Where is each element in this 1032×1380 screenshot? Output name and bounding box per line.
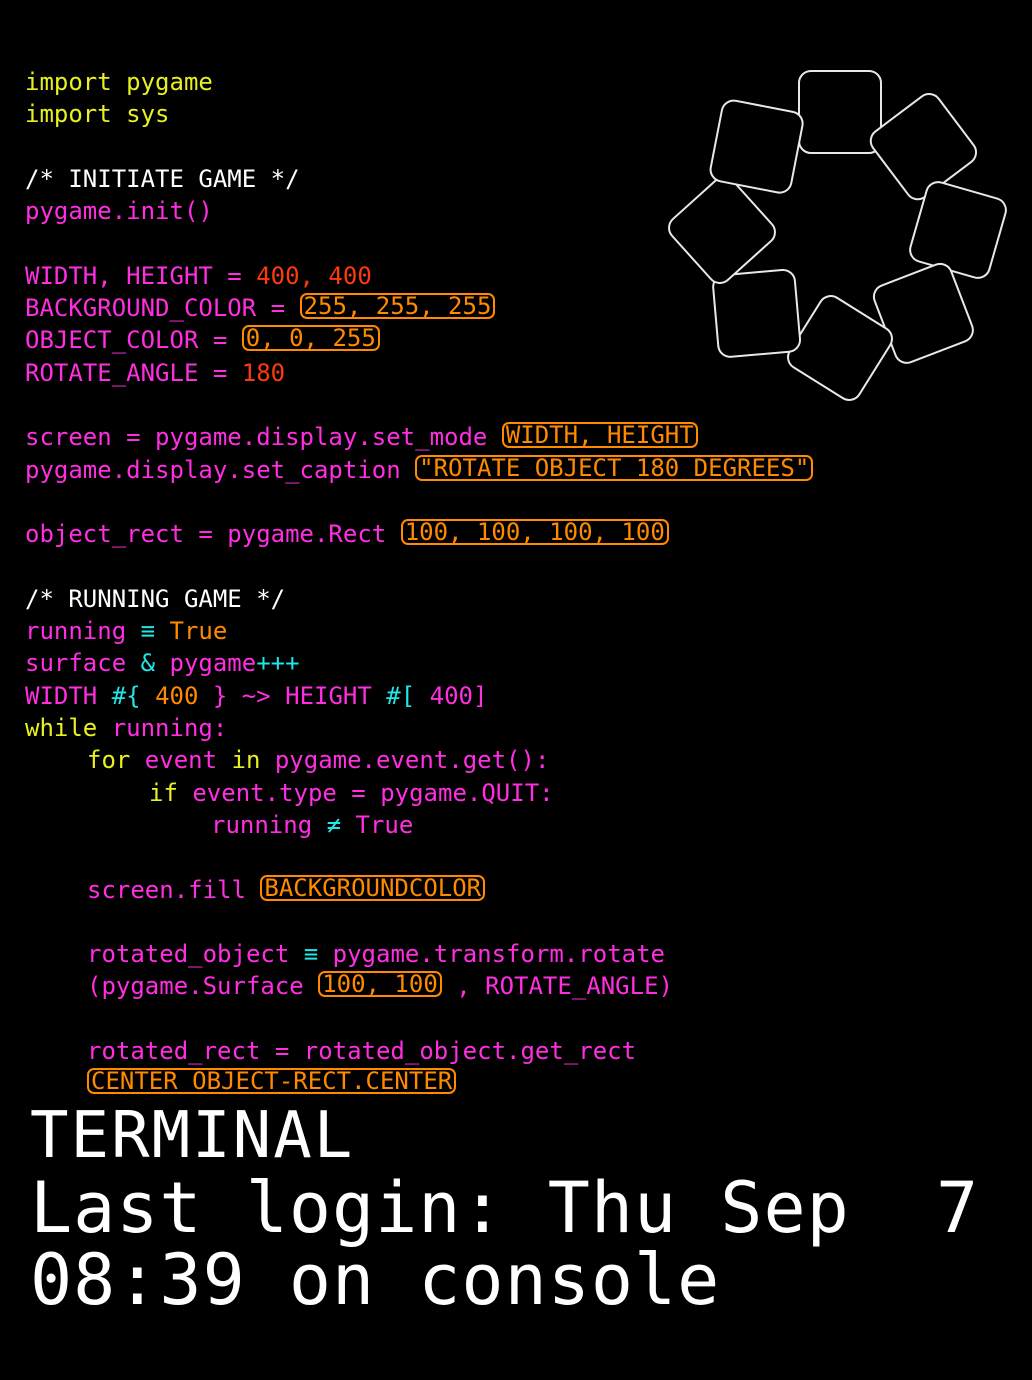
code-line: CENTER OBJECT-RECT.CENTER xyxy=(87,1067,457,1099)
code-token: 400 xyxy=(155,681,213,710)
code-token: 180 xyxy=(241,358,286,387)
code-line: (pygame.Surface 100, 100 , ROTATE_ANGLE) xyxy=(87,970,673,1002)
code-line: rotated_object ≡ pygame.transform.rotate xyxy=(87,938,665,970)
code-token: True xyxy=(169,617,228,646)
code-line: import pygame xyxy=(25,66,213,98)
code-line: OBJECT_COLOR = 0, 0, 255 xyxy=(25,324,380,356)
code-boxed-token: WIDTH, HEIGHT xyxy=(501,422,698,449)
code-token: HEIGHT xyxy=(285,681,387,710)
code-line: pygame.display.set_caption "ROTATE OBJEC… xyxy=(25,454,814,486)
code-line: rotated_rect = rotated_object.get_rect xyxy=(87,1035,636,1067)
code-line: BACKGROUND_COLOR = 255, 255, 255 xyxy=(25,292,496,324)
code-token: +++ xyxy=(256,649,300,678)
code-token: #{ xyxy=(111,681,156,710)
code-boxed-token: BACKGROUNDCOLOR xyxy=(260,874,486,901)
rotating-squares-ornament xyxy=(668,70,1007,401)
code-token: (pygame.Surface xyxy=(87,972,319,1001)
code-boxed-token: 0, 0, 255 xyxy=(241,325,380,352)
code-token: WIDTH xyxy=(25,681,112,710)
code-line: ROTATE_ANGLE = 180 xyxy=(25,357,285,389)
rounded-square-shape xyxy=(869,92,978,201)
code-token: surface xyxy=(25,649,141,678)
code-boxed-token: 100, 100 xyxy=(318,971,442,998)
code-token: running: xyxy=(111,714,228,742)
code-line: import sys xyxy=(25,98,170,130)
code-token: running xyxy=(25,617,141,646)
code-line: screen = pygame.display.set_mode WIDTH, … xyxy=(25,421,698,453)
code-token: pygame.init() xyxy=(25,197,213,226)
code-token: 400, 400 xyxy=(256,261,372,290)
code-line: WIDTH #{ 400 } ~> HEIGHT #[ 400] xyxy=(25,680,487,712)
code-token: running xyxy=(211,810,327,839)
code-boxed-token: 255, 255, 255 xyxy=(299,293,496,320)
code-token: 400] xyxy=(429,681,488,710)
rounded-square-shape xyxy=(798,70,882,154)
code-line: running ≠ True xyxy=(211,809,413,841)
code-token: event.type = pygame.QUIT: xyxy=(192,778,554,807)
code-token: screen.fill xyxy=(87,875,261,904)
code-token: #[ xyxy=(386,681,430,710)
code-token: ≡ xyxy=(140,617,170,646)
terminal-console-line: 08:39 on console xyxy=(30,1239,721,1321)
code-line: pygame.init() xyxy=(25,195,213,227)
code-token: ~> xyxy=(241,681,286,710)
code-token: import sys xyxy=(25,100,170,129)
code-line: WIDTH, HEIGHT = 400, 400 xyxy=(25,260,372,292)
code-token: rotated_object xyxy=(87,940,304,969)
code-line: if event.type = pygame.QUIT: xyxy=(149,777,554,809)
terminal-title: TERMINAL xyxy=(30,1099,355,1173)
code-token: & xyxy=(140,649,170,678)
code-token: BACKGROUND_COLOR = xyxy=(25,294,300,323)
code-token: pygame.event.get(): xyxy=(274,746,550,775)
code-line: object_rect = pygame.Rect 100, 100, 100,… xyxy=(25,518,669,550)
code-token: in xyxy=(231,746,275,775)
code-token: , ROTATE_ANGLE) xyxy=(441,972,673,1001)
code-line: /* RUNNING GAME */ xyxy=(25,583,285,615)
code-token: screen = pygame.display.set_mode xyxy=(25,423,502,452)
code-boxed-token: CENTER OBJECT-RECT.CENTER xyxy=(87,1068,457,1095)
code-boxed-token: "ROTATE OBJECT 180 DEGREES" xyxy=(415,454,814,481)
code-line: for event in pygame.event.get(): xyxy=(87,744,549,776)
code-token: while xyxy=(25,714,112,742)
code-token: pygame xyxy=(169,649,257,678)
code-token: ≠ xyxy=(326,810,356,839)
code-token: rotated_rect = rotated_object.get_rect xyxy=(87,1037,637,1065)
code-token: if xyxy=(149,778,193,807)
code-boxed-token: 100, 100, 100, 100 xyxy=(400,519,669,546)
code-token: pygame.display.set_caption xyxy=(25,455,416,484)
code-line: surface & pygame+++ xyxy=(25,647,300,679)
code-token: for xyxy=(87,746,145,775)
code-token: WIDTH, HEIGHT = xyxy=(25,261,257,290)
code-token: pygame.transform.rotate xyxy=(332,940,665,969)
code-line: running ≡ True xyxy=(25,615,227,647)
code-token: object_rect = pygame.Rect xyxy=(25,520,401,549)
code-token: /* INITIATE GAME */ xyxy=(25,164,300,193)
code-token: ROTATE_ANGLE = xyxy=(25,358,242,387)
code-token: OBJECT_COLOR = xyxy=(25,326,242,355)
terminal-login-line: Last login: Thu Sep 7 xyxy=(30,1167,980,1249)
code-line: while running: xyxy=(25,712,227,744)
code-token: event xyxy=(144,746,232,775)
code-token: /* RUNNING GAME */ xyxy=(25,584,286,613)
code-line: /* INITIATE GAME */ xyxy=(25,163,300,195)
code-token: True xyxy=(355,810,414,839)
code-token: import pygame xyxy=(25,68,213,96)
rounded-square-shape xyxy=(709,99,804,194)
code-token: } xyxy=(212,681,242,710)
code-line: screen.fill BACKGROUNDCOLOR xyxy=(87,874,486,906)
code-token: ≡ xyxy=(303,940,333,969)
